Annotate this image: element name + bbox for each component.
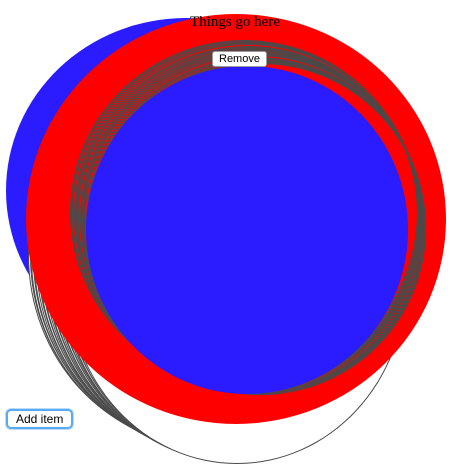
- item-blue-disc: [86, 66, 408, 394]
- item-title: Things go here: [190, 14, 280, 30]
- items-canvas: Things go here Remove: [0, 0, 474, 474]
- add-item-button[interactable]: Add item: [6, 409, 74, 429]
- remove-button[interactable]: Remove: [212, 51, 267, 67]
